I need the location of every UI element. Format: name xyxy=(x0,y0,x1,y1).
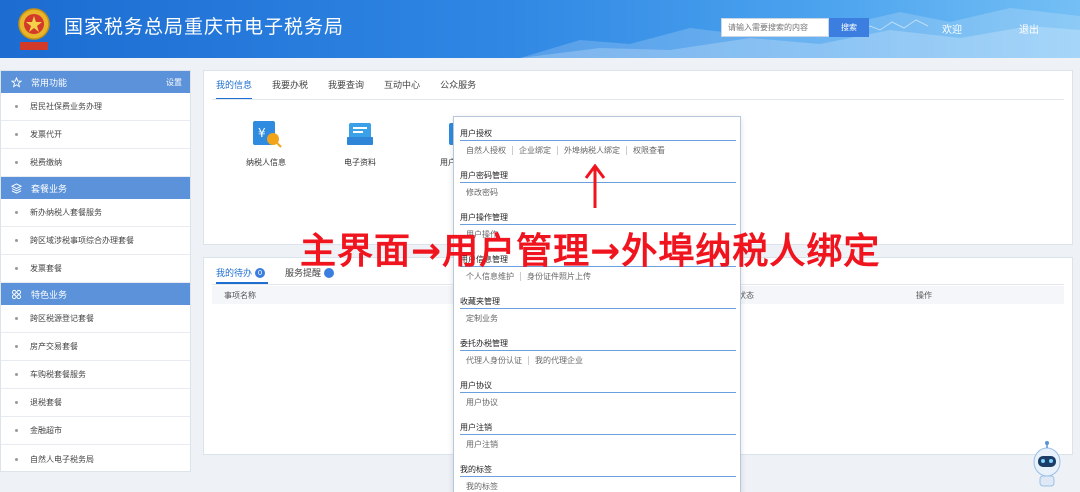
sidebar-item-tax-payment[interactable]: 税费缴纳 xyxy=(1,149,190,177)
sidebar-item-label: 跨区税源登记套餐 xyxy=(30,314,94,323)
bullet-icon xyxy=(15,457,18,461)
section-header-common[interactable]: 常用功能 设置 xyxy=(1,71,190,93)
sidebar-item-vehicle-tax[interactable]: 车购税套餐服务 xyxy=(1,361,190,389)
grid-icon xyxy=(11,289,22,300)
sidebar-item-label: 新办纳税人套餐服务 xyxy=(30,208,102,217)
dropdown-group-title: 用户协议 xyxy=(460,379,736,393)
dropdown-group-title: 我的标签 xyxy=(460,463,736,477)
dropdown-group-title: 委托办税管理 xyxy=(460,337,736,351)
sidebar-item-label: 税费缴纳 xyxy=(30,158,62,167)
site-title: 国家税务总局重庆市电子税务局 xyxy=(64,16,345,38)
robot-assistant-icon[interactable] xyxy=(1028,440,1066,492)
site-header: 国家税务总局重庆市电子税务局 搜索 欢迎 退出 xyxy=(0,0,1080,58)
menu-item-permission-view[interactable]: 权限查看 xyxy=(633,146,671,155)
welcome-link[interactable]: 欢迎 xyxy=(942,21,962,36)
dropdown-group-user-auth: 用户授权 自然人授权 企业绑定 外埠纳税人绑定 权限查看 xyxy=(460,127,736,159)
bullet-icon xyxy=(15,429,18,432)
bullet-icon xyxy=(15,105,18,108)
menu-item-enterprise-binding[interactable]: 企业绑定 xyxy=(519,145,558,155)
menu-item-natural-person-auth[interactable]: 自然人授权 xyxy=(466,145,513,155)
sidebar-item-finance-market[interactable]: 金融超市 xyxy=(1,417,190,445)
electronic-docs-icon xyxy=(343,119,377,149)
bullet-icon xyxy=(15,267,18,270)
dropdown-group-title: 收藏夹管理 xyxy=(460,295,736,309)
dropdown-group-favorites: 收藏夹管理 定制业务 xyxy=(460,295,736,327)
bullet-icon xyxy=(15,345,18,348)
bullet-icon xyxy=(15,161,18,164)
sidebar-item-label: 自然人电子税务局 xyxy=(30,454,94,464)
section-title: 特色业务 xyxy=(31,290,68,301)
menu-item-agent-verification[interactable]: 代理人身份认证 xyxy=(466,355,529,365)
sidebar-item-real-estate[interactable]: 房产交易套餐 xyxy=(1,333,190,361)
annotation-arrow-icon xyxy=(584,164,606,208)
todo-tab-label: 我的待办 xyxy=(216,269,253,279)
sidebar-item-individual-etax[interactable]: 自然人电子税务局 xyxy=(1,445,190,473)
sidebar-item-label: 退税套餐 xyxy=(30,398,62,407)
quick-electronic-docs[interactable]: 电子资料 xyxy=(325,119,395,168)
sidebar-item-label: 金融超市 xyxy=(30,426,62,435)
bullet-icon xyxy=(15,239,18,242)
tab-interaction[interactable]: 互动中心 xyxy=(384,79,430,99)
sidebar: 常用功能 设置 居民社保费业务办理 发票代开 税费缴纳 套餐业务 新办纳税人套餐… xyxy=(0,70,191,472)
tab-tax-handling[interactable]: 我要办税 xyxy=(272,79,318,99)
menu-item-custom-business[interactable]: 定制业务 xyxy=(466,314,504,323)
sidebar-item-cross-region[interactable]: 跨区域涉税事项综合办理套餐 xyxy=(1,227,190,255)
sidebar-item-label: 车购税套餐服务 xyxy=(30,370,86,379)
section-title: 套餐业务 xyxy=(31,184,68,195)
dropdown-group-tags: 我的标签 我的标签 xyxy=(460,463,736,492)
bullet-icon xyxy=(15,317,18,320)
menu-item-out-of-town-taxpayer-binding[interactable]: 外埠纳税人绑定 xyxy=(564,145,627,155)
sidebar-item-tax-refund[interactable]: 退税套餐 xyxy=(1,389,190,417)
star-icon xyxy=(11,76,22,88)
sidebar-item-label: 发票代开 xyxy=(30,130,62,139)
package-icon xyxy=(11,182,22,194)
svg-text:¥: ¥ xyxy=(258,126,266,140)
bullet-icon xyxy=(15,373,18,376)
quick-label: 电子资料 xyxy=(344,158,376,167)
dropdown-group-deregistration: 用户注销 用户注销 xyxy=(460,421,736,453)
bullet-icon xyxy=(15,401,18,404)
search-input[interactable] xyxy=(721,18,829,37)
section-header-package[interactable]: 套餐业务 xyxy=(1,177,190,199)
tax-emblem-icon xyxy=(18,8,50,50)
menu-item-user-deregistration[interactable]: 用户注销 xyxy=(466,440,504,449)
annotation-caption: 主界面→用户管理→外埠纳税人绑定 xyxy=(300,231,881,272)
tab-public-service[interactable]: 公众服务 xyxy=(440,79,486,99)
sidebar-item-invoice-issue[interactable]: 发票代开 xyxy=(1,121,190,149)
main-tabs: 我的信息 我要办税 我要查询 互动中心 公众服务 xyxy=(216,79,496,100)
sidebar-item-social-insurance[interactable]: 居民社保费业务办理 xyxy=(1,93,190,121)
tab-my-todo[interactable]: 我的待办 0 xyxy=(216,266,266,279)
sidebar-item-label: 跨区域涉税事项综合办理套餐 xyxy=(30,236,134,245)
section-header-featured[interactable]: 特色业务 xyxy=(1,283,190,305)
sidebar-item-new-taxpayer[interactable]: 新办纳税人套餐服务 xyxy=(1,199,190,227)
menu-item-change-password[interactable]: 修改密码 xyxy=(466,188,504,197)
dropdown-group-title: 用户注销 xyxy=(460,421,736,435)
bullet-icon xyxy=(15,211,18,214)
menu-item-my-tags[interactable]: 我的标签 xyxy=(466,482,504,491)
tab-my-info[interactable]: 我的信息 xyxy=(216,79,262,100)
column-header-action: 操作 xyxy=(916,291,932,300)
section-title: 常用功能 xyxy=(31,78,68,89)
sidebar-item-label: 发票套餐 xyxy=(30,264,62,273)
menu-item-user-agreement[interactable]: 用户协议 xyxy=(466,398,504,407)
tabs-divider xyxy=(212,99,1064,100)
bullet-icon xyxy=(15,133,18,136)
column-header-item: 事项名称 xyxy=(224,291,256,300)
tab-query[interactable]: 我要查询 xyxy=(328,79,374,99)
taxpayer-info-icon: ¥ xyxy=(249,119,283,149)
dropdown-group-title: 用户授权 xyxy=(460,127,736,141)
sidebar-item-label: 居民社保费业务办理 xyxy=(30,102,102,111)
dropdown-group-delegation: 委托办税管理 代理人身份认证 我的代理企业 xyxy=(460,337,736,369)
sidebar-item-label: 房产交易套餐 xyxy=(30,342,78,351)
settings-link[interactable]: 设置 xyxy=(166,77,182,88)
sidebar-item-source-registration[interactable]: 跨区税源登记套餐 xyxy=(1,305,190,333)
todo-count-badge: 0 xyxy=(255,267,266,278)
logout-link[interactable]: 退出 xyxy=(1019,21,1039,36)
sidebar-item-invoice-package[interactable]: 发票套餐 xyxy=(1,255,190,283)
menu-item-my-agent-companies[interactable]: 我的代理企业 xyxy=(535,356,589,365)
dropdown-group-agreement: 用户协议 用户协议 xyxy=(460,379,736,411)
search-button[interactable]: 搜索 xyxy=(829,18,869,37)
quick-label: 纳税人信息 xyxy=(246,158,286,167)
quick-taxpayer-info[interactable]: ¥ 纳税人信息 xyxy=(231,119,301,168)
